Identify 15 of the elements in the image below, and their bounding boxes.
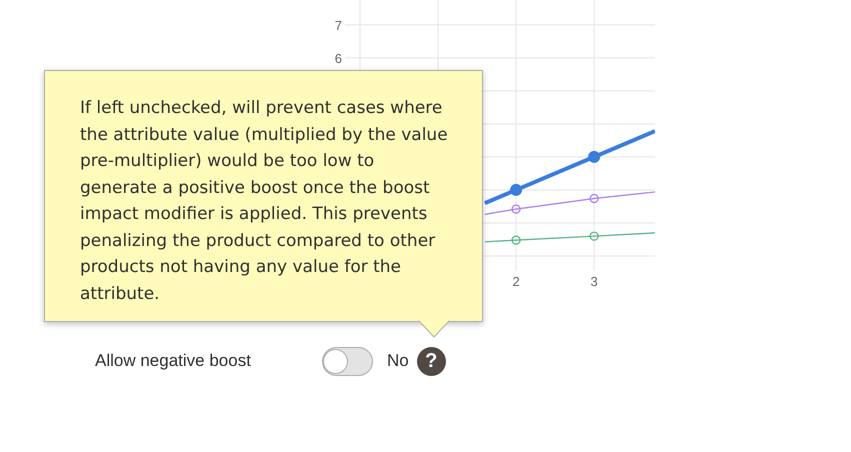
toggle-switch[interactable]: [322, 346, 373, 376]
y-tick-label: 7: [334, 18, 342, 33]
data-point: [590, 232, 599, 241]
tooltip-text: If left unchecked, will prevent cases where the attribute value (multiplied by the value pre-multiplier) would be too low to generate a positive boost once the boost impact modifier is applied. This prevents penalizing the product compared to other products not having any value for the attribute.: [80, 97, 449, 306]
data-point: [590, 194, 599, 204]
x-tick-label: 2: [512, 274, 520, 289]
data-point: [588, 150, 600, 163]
y-tick-label: 6: [334, 50, 342, 66]
x-tick-label: 3: [590, 274, 598, 289]
data-point: [510, 184, 522, 196]
field-label: Allow negative boost: [95, 350, 252, 372]
help-icon[interactable]: ?: [416, 346, 446, 376]
data-point: [511, 204, 521, 214]
data-point: [511, 236, 521, 245]
toggle-value: No: [387, 350, 409, 372]
